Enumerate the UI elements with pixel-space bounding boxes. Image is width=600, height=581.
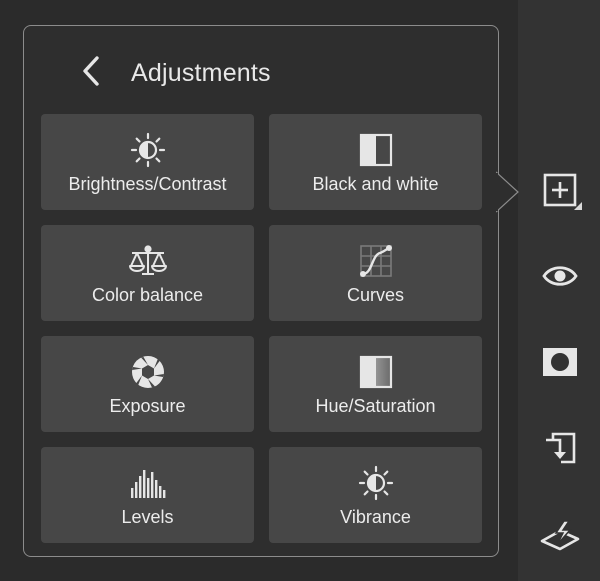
panel-title: Adjustments (131, 59, 271, 87)
panel-pointer (496, 171, 519, 213)
tile-color-balance[interactable]: Color balance (41, 225, 254, 321)
tile-hue-saturation[interactable]: Hue/Saturation (269, 336, 482, 432)
tile-exposure[interactable]: Exposure (41, 336, 254, 432)
hue-saturation-icon (356, 352, 396, 392)
tile-label: Vibrance (340, 507, 411, 527)
tile-label: Curves (346, 285, 404, 305)
layer-mask-icon (542, 347, 578, 377)
layer-toolbar (518, 0, 600, 581)
panel-header: Adjustments (24, 26, 498, 112)
adjustments-screen: Adjustments Brightness/Contrast Black an… (0, 0, 600, 581)
adjustments-panel: Adjustments Brightness/Contrast Black an… (23, 25, 499, 557)
tile-label: Exposure (109, 396, 186, 416)
visibility-eye-icon (542, 264, 578, 288)
brightness-icon (128, 130, 168, 170)
tile-curves[interactable]: Curves (269, 225, 482, 321)
tile-levels[interactable]: Levels (41, 447, 254, 543)
curves-icon (356, 241, 396, 281)
clip-to-below-button[interactable] (538, 426, 582, 470)
tile-label: Levels (121, 507, 174, 527)
layer-mask-button[interactable] (538, 340, 582, 384)
vibrance-icon (356, 463, 396, 503)
tile-label: Hue/Saturation (315, 396, 436, 416)
tile-vibrance[interactable]: Vibrance (269, 447, 482, 543)
chevron-left-icon (81, 55, 101, 92)
tile-brightness-contrast[interactable]: Brightness/Contrast (41, 114, 254, 210)
back-button[interactable] (76, 55, 106, 92)
aperture-icon (128, 352, 168, 392)
scales-icon (128, 241, 168, 281)
quick-mask-button[interactable] (538, 514, 582, 558)
add-adjustment-icon (543, 173, 577, 207)
quick-mask-icon (540, 519, 580, 553)
clip-to-below-icon (543, 431, 577, 465)
adjustments-grid: Brightness/Contrast Black and white Colo… (41, 114, 482, 543)
submenu-indicator-icon (574, 202, 582, 210)
add-adjustment-button[interactable] (538, 168, 582, 212)
visibility-button[interactable] (538, 254, 582, 298)
tile-label: Brightness/Contrast (68, 174, 227, 194)
histogram-icon (128, 463, 168, 503)
black-white-icon (356, 130, 396, 170)
tile-black-and-white[interactable]: Black and white (269, 114, 482, 210)
tile-label: Black and white (312, 174, 439, 194)
tile-label: Color balance (91, 285, 204, 305)
